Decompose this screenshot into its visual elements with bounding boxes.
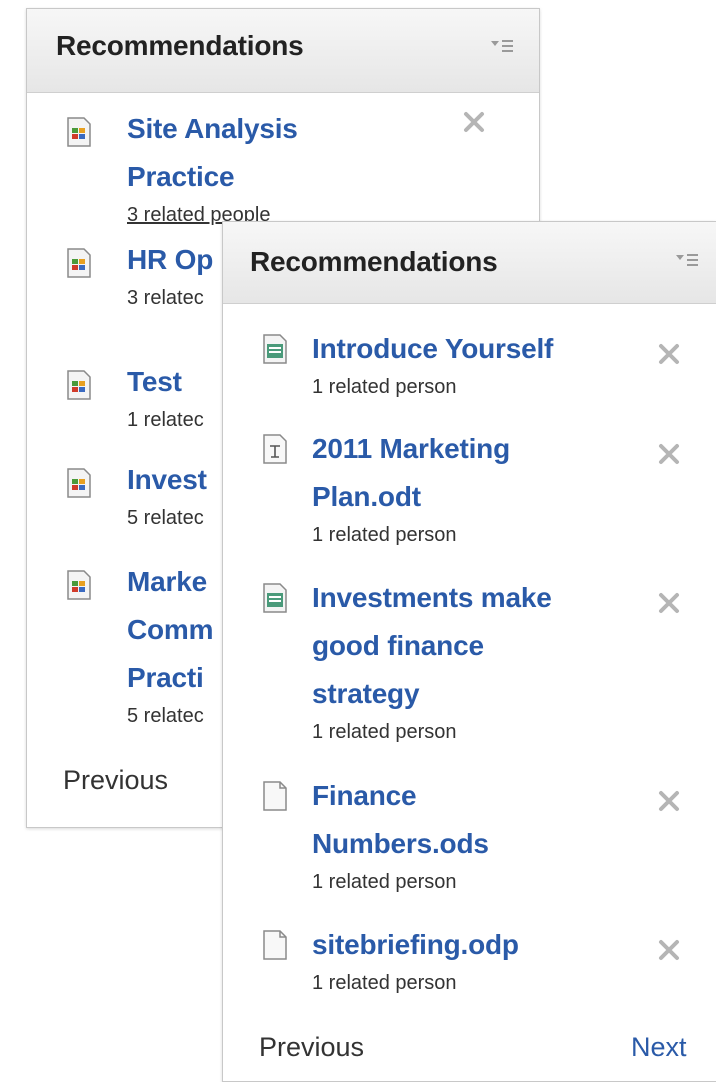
item-title[interactable]: Plan.odt	[312, 473, 632, 521]
widget-title: Recommendations	[56, 30, 304, 61]
dismiss-icon[interactable]	[461, 109, 487, 135]
odt-document-icon	[263, 434, 287, 464]
dismiss-icon[interactable]	[656, 441, 682, 467]
menu-dropdown-icon[interactable]	[676, 253, 698, 267]
item-related-count[interactable]: 1 related person	[312, 969, 632, 997]
spreadsheet-document-icon	[67, 468, 91, 498]
item-related-count[interactable]: 1 related person	[312, 868, 632, 896]
previous-link[interactable]: Previous	[63, 765, 168, 796]
item-title[interactable]: sitebriefing.odp	[312, 921, 632, 969]
spreadsheet-document-icon	[67, 248, 91, 278]
blank-document-icon	[263, 930, 287, 960]
item-related-count[interactable]: 1 related person	[312, 718, 642, 746]
item-title[interactable]: good finance	[312, 622, 642, 670]
dismiss-icon[interactable]	[656, 341, 682, 367]
item-title[interactable]: Site Analysis	[127, 105, 447, 153]
next-link[interactable]: Next	[631, 1032, 687, 1063]
item-title[interactable]: 2011 Marketing	[312, 425, 632, 473]
item-title[interactable]: Investments make	[312, 574, 642, 622]
text-document-icon	[263, 583, 287, 613]
menu-dropdown-icon[interactable]	[491, 39, 513, 53]
spreadsheet-document-icon	[67, 117, 91, 147]
widget-title: Recommendations	[250, 246, 498, 277]
dismiss-icon[interactable]	[656, 937, 682, 963]
item-related-count[interactable]: 1 related person	[312, 521, 632, 549]
dismiss-icon[interactable]	[656, 788, 682, 814]
item-title[interactable]: Practice	[127, 153, 447, 201]
item-title[interactable]: Finance	[312, 772, 632, 820]
spreadsheet-document-icon	[67, 370, 91, 400]
text-document-icon	[263, 334, 287, 364]
previous-link[interactable]: Previous	[259, 1032, 364, 1063]
dismiss-icon[interactable]	[656, 590, 682, 616]
widget-header: Recommendations	[27, 9, 539, 93]
item-related-count[interactable]: 1 related person	[312, 373, 632, 401]
widget-header: Recommendations	[223, 222, 716, 304]
item-title[interactable]: strategy	[312, 670, 642, 718]
blank-document-icon	[263, 781, 287, 811]
recommendations-widget-front: Recommendations Introduce Yourself 1 rel…	[222, 221, 716, 1082]
spreadsheet-document-icon	[67, 570, 91, 600]
item-title[interactable]: Numbers.ods	[312, 820, 632, 868]
item-title[interactable]: Introduce Yourself	[312, 325, 632, 373]
